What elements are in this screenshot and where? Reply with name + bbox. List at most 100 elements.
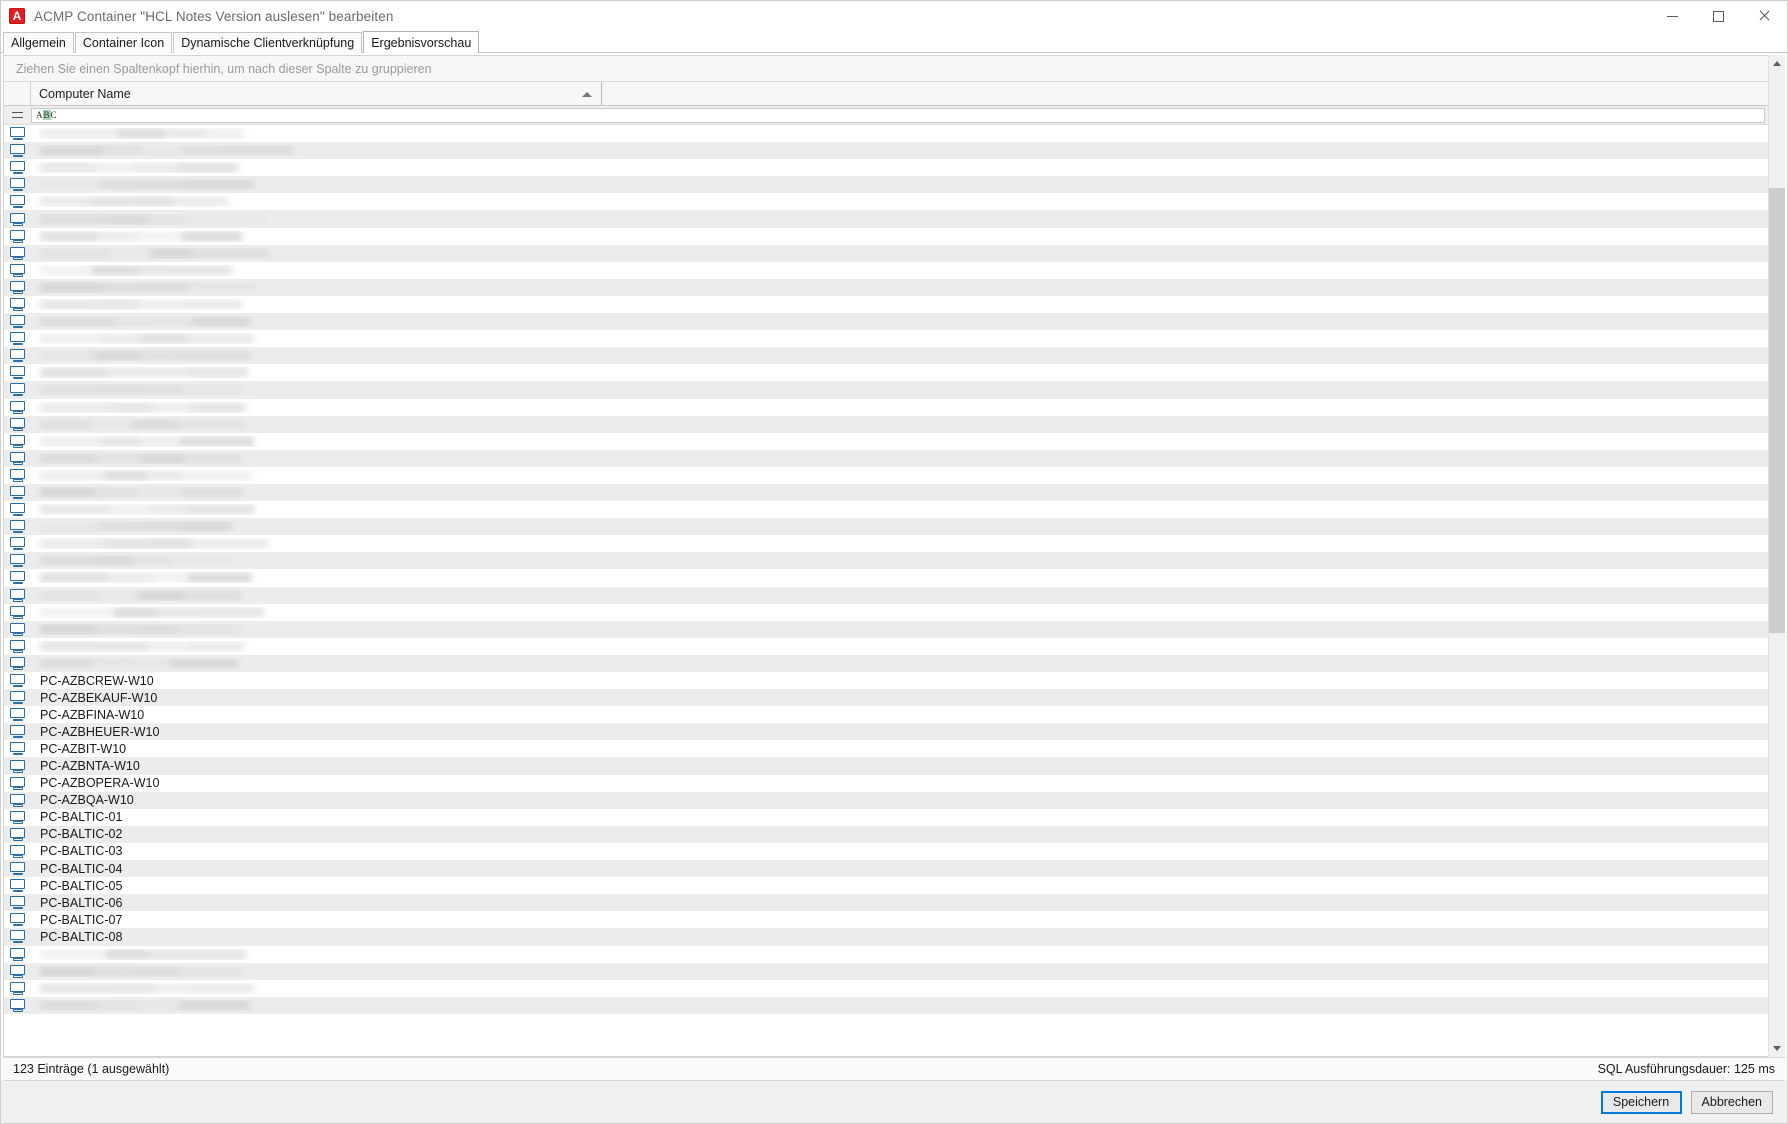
close-button[interactable]: [1741, 1, 1787, 31]
table-row[interactable]: PC-AZBOPERA-W10: [4, 774, 1768, 792]
computer-monitor-icon: [10, 451, 25, 465]
cell-computer-name: [31, 504, 602, 516]
redacted-text: [40, 521, 232, 533]
table-row[interactable]: [4, 261, 1768, 279]
table-row[interactable]: [4, 210, 1768, 228]
cell-computer-name: [31, 264, 602, 276]
cell-computer-name: [31, 948, 602, 960]
table-row[interactable]: [4, 159, 1768, 177]
table-row[interactable]: [4, 552, 1768, 570]
cell-computer-name: [31, 333, 602, 345]
cancel-button[interactable]: Abbrechen: [1690, 1090, 1773, 1114]
table-row[interactable]: [4, 962, 1768, 980]
table-row[interactable]: PC-BALTIC-08: [4, 928, 1768, 946]
table-row[interactable]: [4, 244, 1768, 262]
tab-ergebnisvorschau[interactable]: Ergebnisvorschau: [363, 31, 480, 53]
table-row[interactable]: [4, 996, 1768, 1014]
redacted-text: [40, 538, 268, 550]
table-row[interactable]: PC-AZBCREW-W10: [4, 672, 1768, 690]
table-row[interactable]: [4, 603, 1768, 621]
table-row[interactable]: PC-BALTIC-06: [4, 894, 1768, 912]
row-indicator: [4, 810, 31, 824]
table-row[interactable]: PC-AZBFINA-W10: [4, 706, 1768, 724]
minimize-icon: [1666, 15, 1678, 17]
computer-monitor-icon: [10, 656, 25, 670]
filter-input-computer-name[interactable]: ABC: [31, 107, 1765, 123]
table-row[interactable]: [4, 518, 1768, 536]
tab-dynamische-clientverknuepfung[interactable]: Dynamische Clientverknüpfung: [173, 32, 363, 53]
table-row[interactable]: [4, 295, 1768, 314]
table-row[interactable]: [4, 535, 1768, 553]
table-row[interactable]: [4, 586, 1768, 604]
table-row[interactable]: PC-AZBNTA-W10: [4, 757, 1768, 775]
cell-computer-name: [31, 128, 602, 140]
redacted-text: [40, 623, 242, 635]
table-row[interactable]: [4, 193, 1768, 211]
table-row[interactable]: [4, 466, 1768, 484]
cell-computer-name: PC-BALTIC-02: [40, 827, 123, 842]
table-row[interactable]: [4, 483, 1768, 502]
result-grid: Ziehen Sie einen Spaltenkopf hierhin, um…: [1, 53, 1787, 1057]
table-row[interactable]: [4, 381, 1768, 399]
table-row[interactable]: PC-BALTIC-01: [4, 808, 1768, 826]
dialog-footer: Speichern Abbrechen: [1, 1081, 1787, 1123]
table-row[interactable]: [4, 364, 1768, 382]
computer-monitor-icon: [10, 742, 25, 756]
scroll-up-button[interactable]: [1769, 55, 1785, 72]
table-row[interactable]: PC-BALTIC-07: [4, 911, 1768, 929]
minimize-button[interactable]: [1649, 1, 1695, 31]
table-row[interactable]: [4, 176, 1768, 194]
scrollbar-thumb[interactable]: [1769, 188, 1785, 634]
table-row[interactable]: [4, 569, 1768, 587]
redacted-text: [40, 606, 264, 618]
computer-monitor-icon: [10, 332, 25, 346]
cell-computer-name: [31, 418, 602, 430]
table-row[interactable]: [4, 415, 1768, 433]
cell-computer-name: [31, 487, 602, 499]
entry-count-label: 123 Einträge (1 ausgewählt): [13, 1062, 170, 1076]
table-row[interactable]: [4, 313, 1768, 331]
table-row[interactable]: [4, 449, 1768, 467]
maximize-button[interactable]: [1695, 1, 1741, 31]
scroll-down-button[interactable]: [1769, 1040, 1785, 1057]
table-row[interactable]: [4, 125, 1768, 143]
table-row[interactable]: [4, 637, 1768, 655]
table-row[interactable]: [4, 278, 1768, 296]
table-row[interactable]: [4, 398, 1768, 416]
table-row[interactable]: PC-BALTIC-04: [4, 860, 1768, 878]
cell-computer-name: PC-AZBNTA-W10: [40, 759, 140, 774]
table-row[interactable]: [4, 620, 1768, 638]
table-row[interactable]: [4, 330, 1768, 348]
table-row[interactable]: PC-AZBEKAUF-W10: [4, 689, 1768, 707]
table-row[interactable]: [4, 347, 1768, 365]
tab-container-icon[interactable]: Container Icon: [74, 32, 173, 53]
column-header-label: Computer Name: [39, 86, 131, 101]
computer-monitor-icon: [10, 537, 25, 551]
column-header-computer-name[interactable]: Computer Name: [31, 82, 602, 105]
group-by-panel[interactable]: Ziehen Sie einen Spaltenkopf hierhin, um…: [4, 56, 1768, 82]
table-row[interactable]: [4, 227, 1768, 245]
filter-operator-cell[interactable]: [4, 112, 31, 118]
table-row[interactable]: [4, 142, 1768, 160]
redacted-text: [40, 965, 244, 977]
table-row[interactable]: [4, 979, 1768, 997]
table-row[interactable]: [4, 945, 1768, 963]
table-row[interactable]: PC-AZBHEUER-W10: [4, 723, 1768, 741]
row-indicator: [4, 947, 31, 961]
table-row[interactable]: PC-AZBQA-W10: [4, 791, 1768, 809]
cell-computer-name: PC-BALTIC-01: [40, 810, 123, 825]
save-button[interactable]: Speichern: [1600, 1090, 1682, 1114]
scrollbar-track[interactable]: [1769, 72, 1785, 1040]
table-row[interactable]: PC-BALTIC-02: [4, 825, 1768, 843]
grid-rows[interactable]: PC-AZBCREW-W10 PC-AZBEKAUF-W10 PC-AZBFINA-…: [4, 125, 1768, 1056]
equals-icon: [12, 112, 23, 118]
tab-allgemein[interactable]: Allgemein: [3, 32, 74, 53]
table-row[interactable]: [4, 654, 1768, 672]
table-row[interactable]: PC-AZBIT-W10: [4, 740, 1768, 758]
table-row[interactable]: [4, 432, 1768, 450]
table-row[interactable]: PC-BALTIC-03: [4, 842, 1768, 861]
cell-computer-name: PC-AZBIT-W10: [40, 741, 127, 756]
table-row[interactable]: [4, 501, 1768, 519]
table-row[interactable]: PC-BALTIC-05: [4, 877, 1768, 895]
vertical-scrollbar[interactable]: [1768, 55, 1785, 1057]
